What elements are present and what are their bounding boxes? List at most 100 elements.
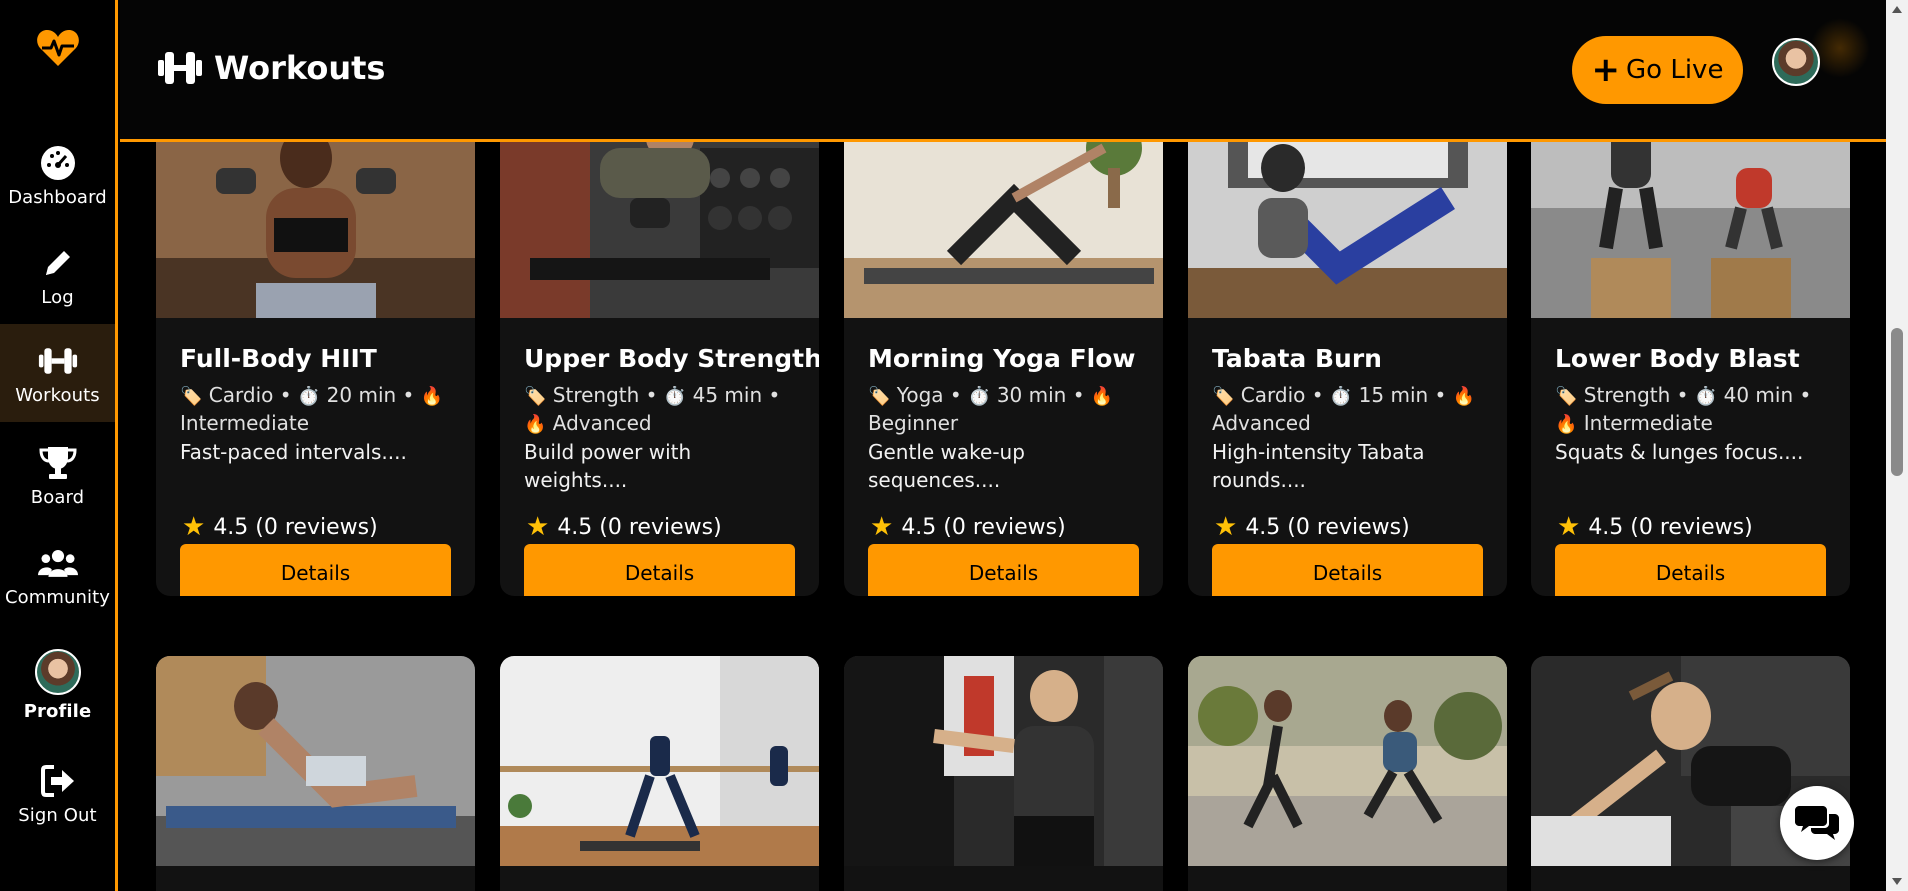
- workout-card: Morning Yoga Flow 🏷️ Yoga • ⏱️ 30 min • …: [844, 108, 1163, 596]
- workout-photo: [1188, 656, 1507, 866]
- workout-card: Full-Body HIIT 🏷️ Cardio • ⏱️ 20 min • 🔥…: [156, 108, 475, 596]
- tag-icon: 🏷️: [524, 386, 547, 407]
- fire-icon: 🔥: [1452, 386, 1476, 407]
- sidebar-item-label: Profile: [23, 700, 92, 722]
- workout-rating: ★ 4.5 (0 reviews): [870, 512, 1066, 542]
- star-icon: ★: [182, 512, 206, 542]
- sidebar-item-profile[interactable]: Profile: [0, 636, 115, 734]
- workout-duration: 45 min: [692, 383, 763, 407]
- workout-card: Upper Body Strength 🏷️ Strength • ⏱️ 45 …: [500, 108, 819, 596]
- star-icon: ★: [1557, 512, 1581, 542]
- chat-button[interactable]: [1780, 786, 1854, 860]
- workout-duration: 30 min: [996, 383, 1067, 407]
- rating-text: 4.5 (0 reviews): [1588, 514, 1753, 540]
- sidebar-item-label: Dashboard: [8, 186, 107, 208]
- sidebar-item-log[interactable]: Log: [0, 226, 115, 324]
- workout-level: Intermediate: [180, 411, 310, 435]
- workout-level: Intermediate: [1583, 411, 1713, 435]
- workout-rating: ★ 4.5 (0 reviews): [1557, 512, 1753, 542]
- details-button[interactable]: Details: [180, 544, 451, 596]
- heart-pulse-logo-icon[interactable]: [36, 28, 80, 68]
- workout-title: Upper Body Strength: [524, 344, 819, 373]
- star-icon: ★: [526, 512, 550, 542]
- workout-duration: 20 min: [326, 383, 397, 407]
- workout-category: Cardio: [1240, 383, 1306, 407]
- avatar: [34, 648, 81, 695]
- workout-title: Tabata Burn: [1212, 344, 1382, 373]
- sidebar-item-sign-out[interactable]: Sign Out: [0, 744, 115, 842]
- workout-title: Full-Body HIIT: [180, 344, 377, 373]
- stopwatch-icon: ⏱️: [1694, 386, 1718, 407]
- sidebar-item-dashboard[interactable]: Dashboard: [0, 126, 115, 224]
- fire-icon: 🔥: [1555, 414, 1578, 435]
- workout-photo: [156, 656, 475, 866]
- dumbbell-icon: [156, 48, 204, 88]
- header-avatar[interactable]: [1772, 38, 1820, 86]
- users-icon: [37, 543, 78, 583]
- workout-card: [1188, 656, 1507, 891]
- star-icon: ★: [1214, 512, 1238, 542]
- rating-text: 4.5 (0 reviews): [213, 514, 378, 540]
- workout-photo: [844, 656, 1163, 866]
- go-live-button[interactable]: + Go Live: [1572, 36, 1743, 104]
- workout-meta: 🏷️ Strength • ⏱️ 40 min • 🔥 Intermediate: [1555, 383, 1812, 435]
- top-header: Workouts + Go Live: [120, 0, 1886, 142]
- workout-meta: 🏷️ Cardio • ⏱️ 15 min • 🔥 Advanced: [1212, 383, 1476, 435]
- sidebar-item-board[interactable]: Board: [0, 426, 115, 524]
- workout-rating: ★ 4.5 (0 reviews): [1214, 512, 1410, 542]
- page-title-group: Workouts: [156, 48, 385, 88]
- details-button[interactable]: Details: [1555, 544, 1826, 596]
- sidebar-item-community[interactable]: Community: [0, 526, 115, 624]
- scrollbar-thumb[interactable]: [1891, 328, 1903, 476]
- fire-icon: 🔥: [524, 414, 547, 435]
- workout-category: Cardio: [208, 383, 274, 407]
- sidebar-item-workouts[interactable]: Workouts: [0, 324, 115, 422]
- workout-photo: [500, 656, 819, 866]
- workout-level: Beginner: [868, 411, 959, 435]
- vertical-scrollbar[interactable]: [1886, 0, 1908, 891]
- workout-meta: 🏷️ Yoga • ⏱️ 30 min • 🔥 Beginner: [868, 383, 1114, 435]
- details-button[interactable]: Details: [1212, 544, 1483, 596]
- workout-category: Yoga: [896, 383, 944, 407]
- stopwatch-icon: ⏱️: [968, 386, 991, 407]
- tag-icon: 🏷️: [868, 386, 891, 407]
- workout-card: Tabata Burn 🏷️ Cardio • ⏱️ 15 min • 🔥 Ad…: [1188, 108, 1507, 596]
- workout-category: Strength: [1583, 383, 1671, 407]
- sign-out-icon: [38, 761, 78, 801]
- decorative-glow: [1810, 18, 1870, 78]
- workout-description: Fast-paced intervals....: [180, 440, 407, 464]
- scroll-down-arrow-icon[interactable]: [1892, 878, 1902, 885]
- workout-meta: 🏷️ Cardio • ⏱️ 20 min • 🔥 Intermediate: [180, 383, 444, 435]
- plus-icon: +: [1591, 50, 1621, 90]
- workout-rating: ★ 4.5 (0 reviews): [182, 512, 378, 542]
- sidebar-item-label: Community: [4, 586, 111, 608]
- page-title: Workouts: [214, 49, 386, 87]
- dumbbell-icon: [38, 341, 78, 381]
- tag-icon: 🏷️: [1212, 386, 1235, 407]
- sidebar-item-label: Sign Out: [18, 804, 97, 826]
- workout-description: Gentle wake-up sequences....: [868, 440, 1025, 492]
- details-button[interactable]: Details: [524, 544, 795, 596]
- tag-icon: 🏷️: [1555, 386, 1578, 407]
- fire-icon: 🔥: [420, 386, 444, 407]
- scroll-up-arrow-icon[interactable]: [1892, 6, 1902, 13]
- workout-description: Squats & lunges focus....: [1555, 440, 1804, 464]
- star-icon: ★: [870, 512, 894, 542]
- details-button[interactable]: Details: [868, 544, 1139, 596]
- tag-icon: 🏷️: [180, 386, 203, 407]
- workout-duration: 15 min: [1358, 383, 1429, 407]
- workout-card: Lower Body Blast 🏷️ Strength • ⏱️ 40 min…: [1531, 108, 1850, 596]
- workout-duration: 40 min: [1723, 383, 1794, 407]
- rating-text: 4.5 (0 reviews): [901, 514, 1066, 540]
- dashboard-gauge-icon: [38, 143, 78, 183]
- workout-title: Lower Body Blast: [1555, 344, 1800, 373]
- stopwatch-icon: ⏱️: [1329, 386, 1353, 407]
- workout-meta: 🏷️ Strength • ⏱️ 45 min • 🔥 Advanced: [524, 383, 781, 435]
- sidebar: Dashboard Log Workouts Board Community P…: [0, 0, 118, 891]
- rating-text: 4.5 (0 reviews): [557, 514, 722, 540]
- trophy-icon: [38, 443, 78, 483]
- fire-icon: 🔥: [1090, 386, 1114, 407]
- stopwatch-icon: ⏱️: [297, 386, 321, 407]
- sidebar-item-label: Workouts: [15, 384, 100, 406]
- workout-level: Advanced: [552, 411, 652, 435]
